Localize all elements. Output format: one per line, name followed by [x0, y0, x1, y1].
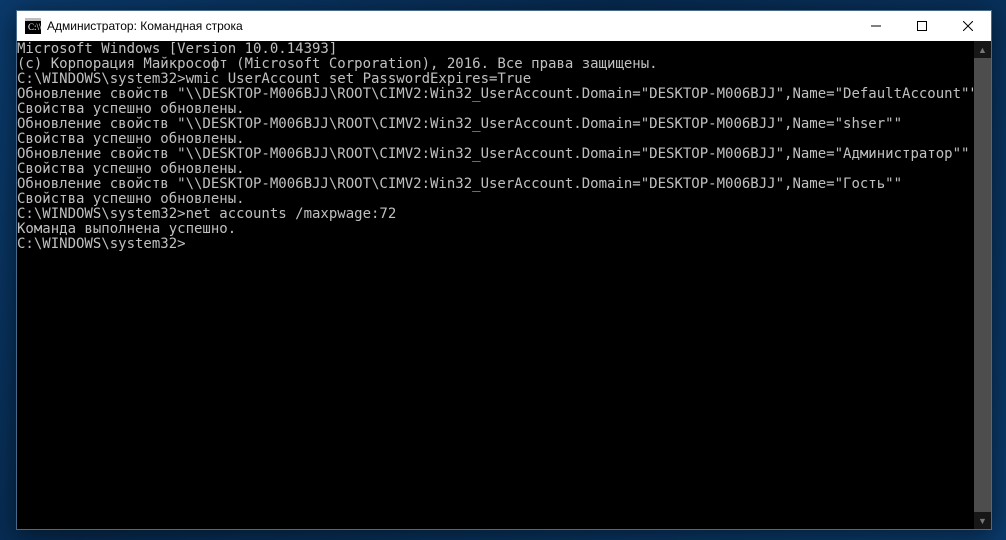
close-button[interactable] [945, 11, 991, 41]
svg-text:C:\\: C:\\ [28, 22, 41, 32]
scroll-up-arrow[interactable]: ▲ [974, 41, 991, 58]
console-line: Обновление свойств "\\DESKTOP-M006BJJ\RO… [17, 87, 974, 102]
scrollbar-track[interactable] [974, 58, 991, 512]
window-title: Администратор: Командная строка [47, 19, 853, 33]
console-line: Свойства успешно обновлены. [17, 192, 974, 207]
window-controls [853, 11, 991, 41]
console-line: Обновление свойств "\\DESKTOP-M006BJJ\RO… [17, 117, 974, 132]
maximize-button[interactable] [899, 11, 945, 41]
console-output[interactable]: Microsoft Windows [Version 10.0.14393](c… [17, 41, 974, 529]
cmd-icon: C:\\ [25, 18, 41, 34]
console-line: Обновление свойств "\\DESKTOP-M006BJJ\RO… [17, 147, 974, 162]
console-line: C:\WINDOWS\system32>wmic UserAccount set… [17, 72, 974, 87]
console-line: Свойства успешно обновлены. [17, 162, 974, 177]
cmd-window: C:\\ Администратор: Командная строка [16, 10, 992, 530]
console-line: Обновление свойств "\\DESKTOP-M006BJJ\RO… [17, 177, 974, 192]
console-line: C:\WINDOWS\system32>net accounts /maxpwa… [17, 207, 974, 222]
vertical-scrollbar[interactable]: ▲ ▼ [974, 41, 991, 529]
console-line: Команда выполнена успешно. [17, 222, 974, 237]
desktop-background: C:\\ Администратор: Командная строка [0, 0, 1006, 540]
console-line: C:\WINDOWS\system32> [17, 237, 974, 252]
console-line: Свойства успешно обновлены. [17, 132, 974, 147]
scroll-down-arrow[interactable]: ▼ [974, 512, 991, 529]
console-line: Microsoft Windows [Version 10.0.14393] [17, 42, 974, 57]
console-line: (c) Корпорация Майкрософт (Microsoft Cor… [17, 57, 974, 72]
window-titlebar[interactable]: C:\\ Администратор: Командная строка [17, 11, 991, 41]
console-client-area: Microsoft Windows [Version 10.0.14393](c… [17, 41, 991, 529]
minimize-button[interactable] [853, 11, 899, 41]
scrollbar-thumb[interactable] [974, 58, 991, 512]
console-line: Свойства успешно обновлены. [17, 102, 974, 117]
